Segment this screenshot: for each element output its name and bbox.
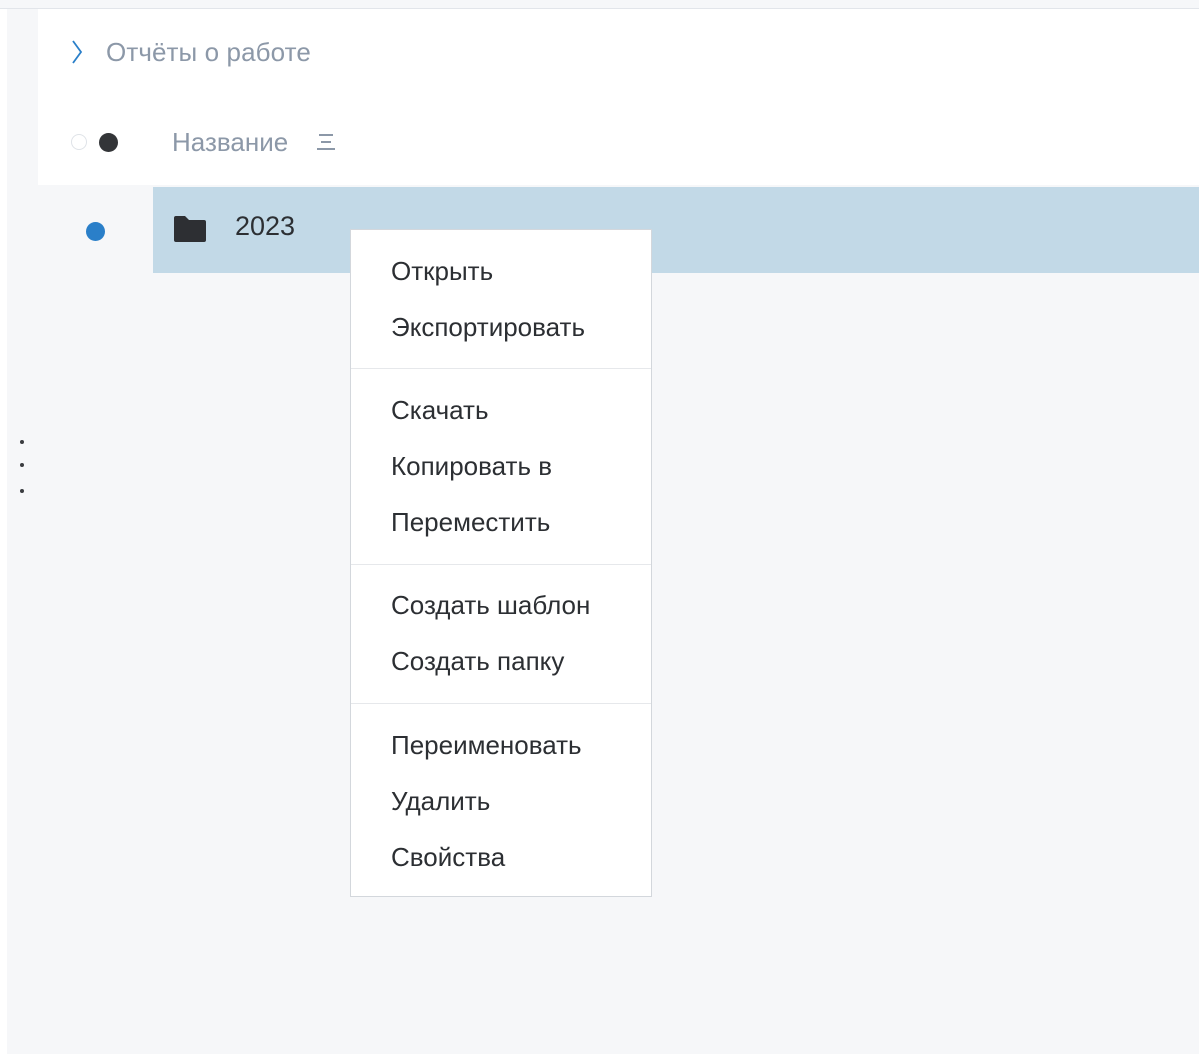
menu-item-create-template[interactable]: Создать шаблон	[391, 586, 641, 624]
menu-separator	[351, 703, 651, 704]
folder-icon	[174, 216, 206, 242]
menu-item-download[interactable]: Скачать	[391, 391, 641, 429]
menu-separator	[351, 368, 651, 369]
table-row[interactable]: 2023	[153, 187, 1199, 273]
menu-item-create-folder[interactable]: Создать папку	[391, 642, 641, 680]
name-column-header[interactable]: Название	[172, 122, 336, 162]
row-name: 2023	[235, 211, 296, 241]
breadcrumb-label: Отчёты о работе	[106, 36, 311, 67]
left-edge-panel	[0, 9, 7, 1054]
menu-item-export[interactable]: Экспортировать	[391, 308, 641, 346]
menu-item-open[interactable]: Открыть	[391, 252, 641, 290]
menu-item-delete[interactable]: Удалить	[391, 782, 641, 820]
breadcrumb[interactable]: Отчёты о работе	[70, 34, 311, 70]
menu-separator	[351, 564, 651, 565]
menu-item-copy-to[interactable]: Копировать в	[391, 447, 641, 485]
filled-circle-icon	[99, 133, 118, 152]
resize-handle-icon[interactable]	[16, 436, 28, 500]
select-all-toggle[interactable]	[69, 129, 125, 157]
menu-item-properties[interactable]: Свойства	[391, 838, 641, 876]
empty-circle-icon	[71, 134, 87, 150]
context-menu: Открыть Экспортировать Скачать Копироват…	[350, 229, 652, 897]
name-column-label: Название	[172, 126, 289, 157]
chevron-right-icon	[72, 40, 83, 64]
menu-item-move[interactable]: Переместить	[391, 503, 641, 541]
menu-item-rename[interactable]: Переименовать	[391, 726, 641, 764]
sort-lines-icon[interactable]	[316, 133, 336, 151]
row-selection-indicator[interactable]	[86, 222, 105, 241]
